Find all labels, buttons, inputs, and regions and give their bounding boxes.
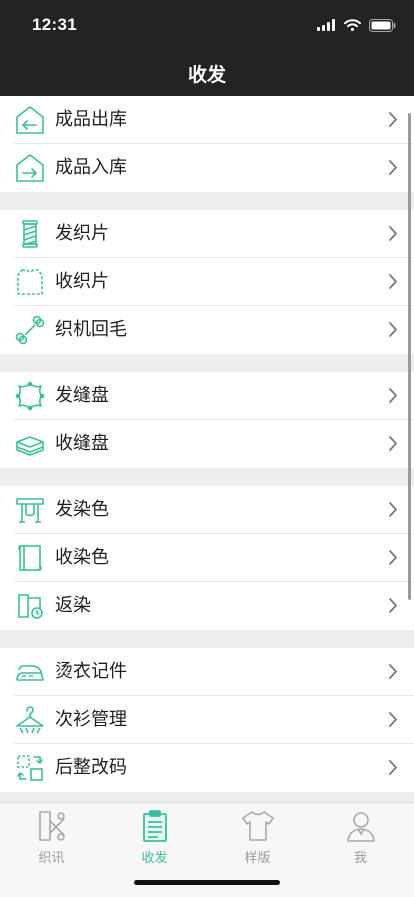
menu-group-dyeing: 发染色 收染色 返染 (0, 486, 414, 630)
tab-label: 织讯 (38, 851, 65, 866)
menu-item-label: 成品入库 (55, 157, 127, 178)
chevron-right-icon (389, 502, 397, 517)
tab-label: 收发 (141, 851, 168, 866)
chevron-right-icon (389, 712, 397, 727)
group-spacer (0, 468, 414, 486)
menu-item-ironing-piecework[interactable]: 烫衣记件 (0, 648, 414, 696)
chevron-right-icon (389, 112, 397, 127)
menu-item-send-dyeing[interactable]: 发染色 (0, 486, 414, 534)
chevron-right-icon (389, 388, 397, 403)
clipboard-icon (142, 810, 167, 842)
menu-group-finishing: 烫衣记件 次衫管理 后整改码 (0, 648, 414, 792)
menu-item-redye[interactable]: 返染 (0, 582, 414, 630)
home-indicator[interactable] (134, 880, 280, 885)
chevron-right-icon (389, 322, 397, 337)
menu-item-label: 成品出库 (55, 109, 127, 130)
menu-item-send-knit-pieces[interactable]: 发织片 (0, 210, 414, 258)
status-time: 12:31 (32, 15, 77, 34)
warehouse-out-icon (16, 106, 44, 134)
chevron-right-icon (389, 598, 397, 613)
menu-item-label: 发织片 (55, 223, 109, 244)
menu-item-label: 后整改码 (55, 757, 127, 778)
menu-item-receive-knit-pieces[interactable]: 收织片 (0, 258, 414, 306)
chevron-right-icon (389, 760, 397, 775)
user-icon (346, 812, 375, 842)
menu-group-warehouse: 成品出库 成品入库 (0, 96, 414, 192)
tab-label: 我 (353, 851, 367, 866)
bone-icon (15, 315, 45, 345)
chevron-right-icon (389, 664, 397, 679)
tab-me[interactable]: 我 (309, 809, 412, 866)
stacked-fabric-icon (16, 436, 44, 456)
chevron-right-icon (389, 226, 397, 241)
swap-code-icon (17, 755, 43, 781)
linking-disc-icon (15, 381, 45, 411)
tshirt-icon (241, 811, 274, 841)
menu-item-send-linking[interactable]: 发缝盘 (0, 372, 414, 420)
menu-item-label: 收缝盘 (55, 433, 109, 454)
tab-knit-news[interactable]: 织讯 (0, 809, 103, 866)
tab-label: 样版 (244, 851, 271, 866)
group-spacer (0, 630, 414, 648)
menu-list: 成品出库 成品入库 发织片 收织片 织机回毛 发缝盘 收缝盘 发染色 收染色 返… (0, 96, 414, 802)
warehouse-in-icon (16, 154, 44, 182)
knit-panel-icon (17, 269, 43, 295)
menu-item-label: 烫衣记件 (55, 661, 127, 682)
menu-item-label: 次衫管理 (55, 709, 127, 730)
menu-item-finishing-change-code[interactable]: 后整改码 (0, 744, 414, 792)
menu-item-label: 返染 (55, 595, 91, 616)
menu-item-finished-goods-out[interactable]: 成品出库 (0, 96, 414, 144)
chevron-right-icon (389, 436, 397, 451)
chevron-right-icon (389, 550, 397, 565)
page-title: 收发 (187, 64, 226, 86)
menu-item-defect-shirt-management[interactable]: 次衫管理 (0, 696, 414, 744)
menu-item-label: 发缝盘 (55, 385, 109, 406)
signal-icon (317, 19, 335, 31)
dye-rack-icon (16, 498, 44, 523)
redye-scroll-icon (18, 594, 43, 619)
chevron-right-icon (389, 160, 397, 175)
iron-icon (16, 665, 44, 681)
group-spacer (0, 192, 414, 210)
chevron-right-icon (389, 274, 397, 289)
scrollbar[interactable] (408, 113, 411, 600)
top-bar: 12:31 收发 (0, 0, 414, 96)
menu-item-label: 发染色 (55, 499, 109, 520)
menu-group-linking: 发缝盘 收缝盘 (0, 372, 414, 468)
menu-item-label: 织机回毛 (55, 319, 127, 340)
hanger-icon (16, 706, 44, 734)
menu-item-label: 收织片 (55, 271, 109, 292)
scissors-icon (38, 811, 65, 841)
menu-item-finished-goods-in[interactable]: 成品入库 (0, 144, 414, 192)
menu-item-machine-return-yarn[interactable]: 织机回毛 (0, 306, 414, 354)
menu-group-knitting: 发织片 收织片 织机回毛 (0, 210, 414, 354)
tab-sample[interactable]: 样版 (206, 809, 309, 866)
menu-item-label: 收染色 (55, 547, 109, 568)
menu-item-receive-linking[interactable]: 收缝盘 (0, 420, 414, 468)
status-icons (317, 17, 396, 33)
group-spacer (0, 354, 414, 372)
dye-frame-icon (18, 545, 42, 571)
battery-icon (369, 18, 396, 32)
yarn-spool-icon (22, 220, 38, 248)
menu-item-receive-dyeing[interactable]: 收染色 (0, 534, 414, 582)
wifi-icon (344, 19, 361, 31)
tab-send-receive[interactable]: 收发 (103, 809, 206, 866)
